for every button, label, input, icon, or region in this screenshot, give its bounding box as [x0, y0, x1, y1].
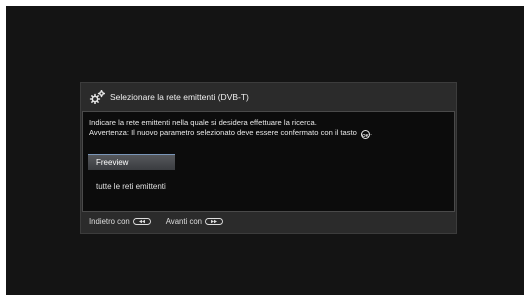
network-option-all[interactable]: tutte le reti emittenti [96, 182, 166, 191]
forward-label: Avanti con [165, 216, 203, 226]
dialog-header: Selezionare la rete emittenti (DVB-T) [81, 83, 456, 111]
dialog-footer: Indietro con Avanti con [89, 215, 223, 227]
rewind-key-icon [132, 217, 151, 225]
option-label: Freeview [96, 158, 129, 167]
forward-hint[interactable]: Avanti con [166, 217, 223, 226]
network-selection-dialog: Selezionare la rete emittenti (DVB-T) In… [80, 82, 457, 234]
gears-icon [89, 90, 105, 104]
content-panel: Indicare la rete emittenti nella quale s… [82, 111, 455, 212]
back-hint[interactable]: Indietro con [89, 217, 151, 226]
forward-key-icon [205, 217, 223, 225]
description-line-2: Avvertenza: Il nuovo parametro seleziona… [89, 128, 372, 139]
dialog-description: Indicare la rete emittenti nella quale s… [89, 118, 372, 139]
network-option-freeview[interactable]: Freeview [88, 154, 175, 170]
dialog-title: Selezionare la rete emittenti (DVB-T) [110, 92, 249, 102]
tv-screen: Selezionare la rete emittenti (DVB-T) In… [6, 6, 524, 295]
ok-button-icon: OK [361, 130, 371, 139]
back-label: Indietro con [89, 216, 130, 226]
description-line-1: Indicare la rete emittenti nella quale s… [89, 118, 317, 127]
description-period: . [370, 128, 373, 137]
description-line-2-text: Avvertenza: Il nuovo parametro seleziona… [89, 128, 357, 137]
